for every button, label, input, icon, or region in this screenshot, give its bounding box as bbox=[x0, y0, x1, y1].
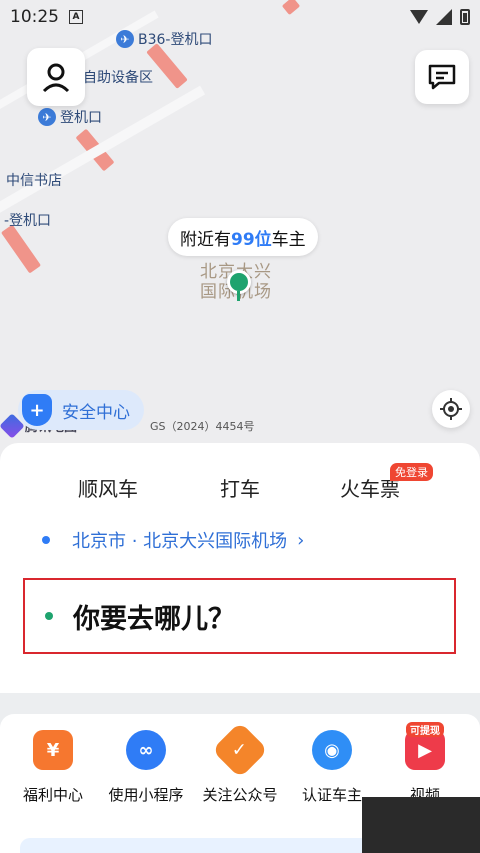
service-welfare-center[interactable]: ¥ 福利中心 bbox=[8, 730, 98, 805]
battery-icon bbox=[460, 9, 470, 25]
messages-button[interactable] bbox=[415, 50, 469, 104]
service-verify-driver[interactable]: ◉ 认证车主 bbox=[287, 730, 377, 805]
poi-bookstore[interactable]: 中信书店 bbox=[6, 170, 62, 190]
tab-carpool[interactable]: 顺风车 bbox=[78, 473, 138, 504]
no-login-badge: 免登录 bbox=[390, 463, 433, 481]
mini-program-icon: ∞ bbox=[126, 730, 166, 770]
coupon-icon: ¥ bbox=[33, 730, 73, 770]
poi-gate[interactable]: ✈ 登机口 bbox=[38, 107, 102, 127]
map-copyright: GS（2024）4454号 bbox=[150, 420, 255, 433]
locate-me-button[interactable] bbox=[432, 390, 470, 428]
tab-taxi[interactable]: 打车 bbox=[220, 473, 260, 502]
video-icon: ▶ 可提现 bbox=[405, 722, 445, 770]
overlay-thumbnail bbox=[362, 797, 480, 853]
service-mini-program[interactable]: ∞ 使用小程序 bbox=[101, 730, 191, 805]
status-bar: 10:25 A bbox=[0, 0, 480, 34]
notification-a-icon: A bbox=[69, 10, 83, 24]
badge-check-icon: ✓ bbox=[211, 721, 269, 779]
shield-icon: + bbox=[22, 394, 52, 426]
destination-dot-icon bbox=[45, 612, 53, 620]
destination-input[interactable]: 你要去哪儿？ bbox=[23, 578, 456, 654]
crosshair-icon bbox=[440, 398, 462, 420]
safety-center-button[interactable]: + 安全中心 bbox=[18, 390, 144, 430]
plane-icon: ✈ bbox=[38, 108, 56, 126]
withdrawable-tag: 可提现 bbox=[406, 722, 444, 737]
chevron-right-icon: › bbox=[297, 529, 305, 551]
ride-sheet: 顺风车 打车 火车票 免登录 北京市 · 北京大兴国际机场 › 你要去哪儿？ bbox=[0, 443, 480, 693]
service-video[interactable]: ▶ 可提现 视频 bbox=[380, 722, 470, 805]
service-follow-account[interactable]: ✓ 关注公众号 bbox=[195, 721, 285, 805]
driver-icon: ◉ bbox=[312, 730, 352, 770]
wifi-icon bbox=[410, 10, 428, 24]
location-pin-icon bbox=[227, 270, 251, 301]
pickup-location[interactable]: 北京市 · 北京大兴国际机场 › bbox=[42, 527, 304, 553]
user-icon bbox=[42, 63, 70, 93]
signal-icon bbox=[436, 9, 452, 25]
message-icon bbox=[428, 64, 456, 90]
pickup-dot-icon bbox=[42, 536, 50, 544]
status-time: 10:25 bbox=[10, 7, 59, 27]
poi-self-service[interactable]: 自助设备区 bbox=[83, 67, 153, 87]
profile-button[interactable] bbox=[27, 48, 85, 106]
poi-gate-2[interactable]: -登机口 bbox=[4, 210, 51, 230]
nearby-drivers-bubble: 附近有 99位 车主 bbox=[168, 218, 318, 256]
